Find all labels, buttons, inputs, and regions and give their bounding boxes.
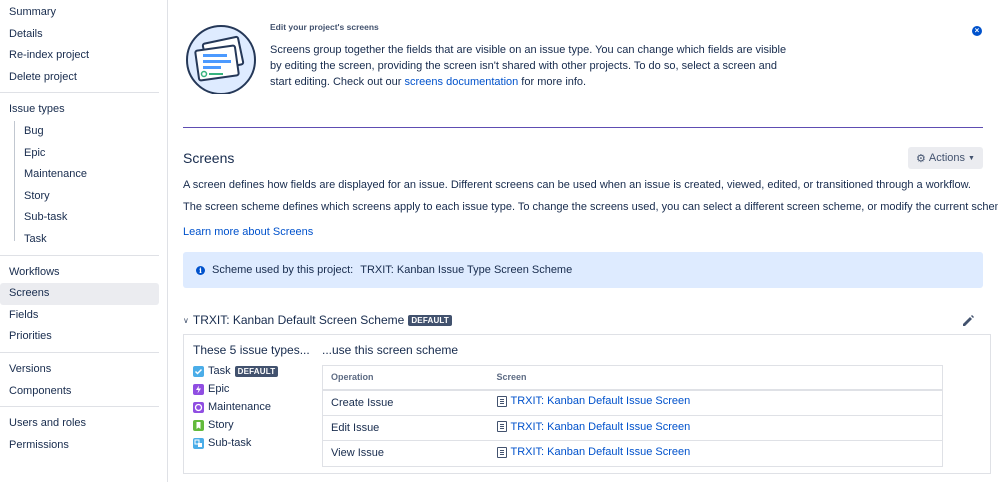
sidebar-item-sub-task[interactable]: Sub-task xyxy=(0,207,159,229)
screen-icon xyxy=(496,446,507,458)
sidebar-group-people: Users and roles Permissions xyxy=(0,413,159,460)
operation-cell: View Issue xyxy=(322,440,489,467)
screen-link[interactable]: TRXIT: Kanban Default Issue Screen xyxy=(496,446,691,458)
table-row: Edit Issue TRXIT: Kanban Default Issue S… xyxy=(322,415,943,441)
sidebar-item-epic[interactable]: Epic xyxy=(0,142,159,165)
screen-cell: TRXIT: Kanban Default Issue Screen xyxy=(488,415,943,441)
chevron-down-icon: ▼ xyxy=(968,154,975,162)
sidebar-item-components[interactable]: Components xyxy=(0,381,159,403)
page-title: Screens xyxy=(183,150,235,166)
sidebar-item-fields[interactable]: Fields xyxy=(0,305,159,327)
info-scheme-name: TRXIT: Kanban Issue Type Screen Scheme xyxy=(360,264,573,276)
column-header-screen: Screen xyxy=(488,365,943,391)
checkbox-icon xyxy=(193,365,204,377)
default-badge: DEFAULT xyxy=(408,314,453,326)
flag-body: Screens group together the fields that a… xyxy=(270,42,790,90)
bookmark-icon xyxy=(193,419,204,431)
sidebar-item-bug[interactable]: Bug xyxy=(0,120,159,143)
sidebar-item-delete-project[interactable]: Delete project xyxy=(0,67,159,89)
sidebar-group-project: Summary Details Re-index project Delete … xyxy=(0,2,159,94)
bolt-icon xyxy=(193,383,204,395)
gear-icon: ⚙ xyxy=(916,152,926,165)
sidebar-group-issue-types: Issue types Bug Epic Maintenance Story S… xyxy=(0,99,159,256)
issue-type-task: Task DEFAULT xyxy=(193,363,279,379)
screen-link[interactable]: TRXIT: Kanban Default Issue Screen xyxy=(496,420,691,433)
close-icon[interactable]: × xyxy=(972,26,982,36)
sidebar-item-workflows[interactable]: Workflows xyxy=(0,262,159,284)
issue-types-heading: These 5 issue types... xyxy=(193,343,310,357)
actions-label: Actions xyxy=(928,152,965,164)
main-content: Edit your project's screens Screens grou… xyxy=(183,0,998,474)
issue-type-maintenance: Maintenance xyxy=(193,399,271,415)
screens-illustration-icon xyxy=(186,25,256,94)
issue-type-name: Epic xyxy=(208,383,230,395)
sidebar-item-details[interactable]: Details xyxy=(0,24,159,46)
screen-icon xyxy=(496,395,507,407)
screens-description-1: A screen defines how fields are displaye… xyxy=(183,179,971,191)
screen-name: TRXIT: Kanban Default Issue Screen xyxy=(510,395,691,408)
sidebar-item-users-and-roles[interactable]: Users and roles xyxy=(0,413,159,435)
scheme-info-panel: i Scheme used by this project: TRXIT: Ka… xyxy=(183,252,983,288)
issue-type-name: Task xyxy=(208,365,231,377)
sidebar-item-screens[interactable]: Screens xyxy=(0,283,159,305)
table-row: View Issue TRXIT: Kanban Default Issue S… xyxy=(322,440,943,467)
screen-scheme-heading: ...use this screen scheme xyxy=(322,343,459,357)
screen-name: TRXIT: Kanban Default Issue Screen xyxy=(510,420,691,433)
sidebar-item-task[interactable]: Task xyxy=(0,228,159,251)
operation-cell: Create Issue xyxy=(322,389,489,416)
pencil-icon[interactable] xyxy=(961,314,975,328)
scheme-details: These 5 issue types... ...use this scree… xyxy=(183,334,991,474)
screen-cell: TRXIT: Kanban Default Issue Screen xyxy=(488,389,943,416)
sidebar-item-reindex-project[interactable]: Re-index project xyxy=(0,45,159,67)
actions-button[interactable]: ⚙ Actions ▼ xyxy=(908,147,983,169)
sidebar-item-priorities[interactable]: Priorities xyxy=(0,326,159,348)
screen-icon xyxy=(496,421,507,432)
flag-body-text-end: for more info. xyxy=(518,76,587,88)
screens-description-2: The screen scheme defines which screens … xyxy=(183,201,998,213)
learn-more-link[interactable]: Learn more about Screens xyxy=(183,226,313,238)
operations-table: Operation Screen Create Issue TRXIT: Kan… xyxy=(322,365,943,467)
table-header-row: Operation Screen xyxy=(322,365,943,391)
info-flag: Edit your project's screens Screens grou… xyxy=(183,0,983,128)
operation-cell: Edit Issue xyxy=(322,415,489,441)
info-label: Scheme used by this project: xyxy=(212,264,354,276)
info-icon: i xyxy=(196,265,205,275)
chevron-down-icon: ∨ xyxy=(183,315,189,325)
table-row: Create Issue TRXIT: Kanban Default Issue… xyxy=(322,389,943,416)
sidebar-group-releases: Versions Components xyxy=(0,359,159,408)
issue-type-name: Sub-task xyxy=(208,437,252,449)
sidebar-item-permissions[interactable]: Permissions xyxy=(0,435,159,457)
issue-type-story: Story xyxy=(193,417,234,433)
scheme-toggle[interactable]: ∨ TRXIT: Kanban Default Screen Scheme DE… xyxy=(183,313,453,327)
screen-cell: TRXIT: Kanban Default Issue Screen xyxy=(488,440,943,467)
issue-type-name: Maintenance xyxy=(208,401,271,413)
issue-type-name: Story xyxy=(208,419,234,431)
project-settings-sidebar: Summary Details Re-index project Delete … xyxy=(0,0,168,482)
issue-type-epic: Epic xyxy=(193,381,229,397)
sidebar-item-issue-types[interactable]: Issue types xyxy=(0,99,159,121)
screens-documentation-link[interactable]: screens documentation xyxy=(405,76,519,88)
default-badge: DEFAULT xyxy=(234,365,279,377)
sidebar-item-summary[interactable]: Summary xyxy=(0,2,159,24)
sidebar-item-story[interactable]: Story xyxy=(0,185,159,208)
sidebar-item-maintenance[interactable]: Maintenance xyxy=(0,164,159,186)
issue-type-sub-task: Sub-task xyxy=(193,435,251,451)
subtask-icon xyxy=(193,437,204,449)
screen-name: TRXIT: Kanban Default Issue Screen xyxy=(510,446,691,458)
screen-link[interactable]: TRXIT: Kanban Default Issue Screen xyxy=(496,395,691,408)
flag-title: Edit your project's screens xyxy=(270,22,379,32)
sidebar-group-config: Workflows Screens Fields Priorities xyxy=(0,262,159,353)
scheme-name: TRXIT: Kanban Default Screen Scheme xyxy=(192,313,405,327)
sidebar-item-versions[interactable]: Versions xyxy=(0,359,159,381)
circle-icon xyxy=(193,401,204,413)
column-header-operation: Operation xyxy=(322,365,489,391)
